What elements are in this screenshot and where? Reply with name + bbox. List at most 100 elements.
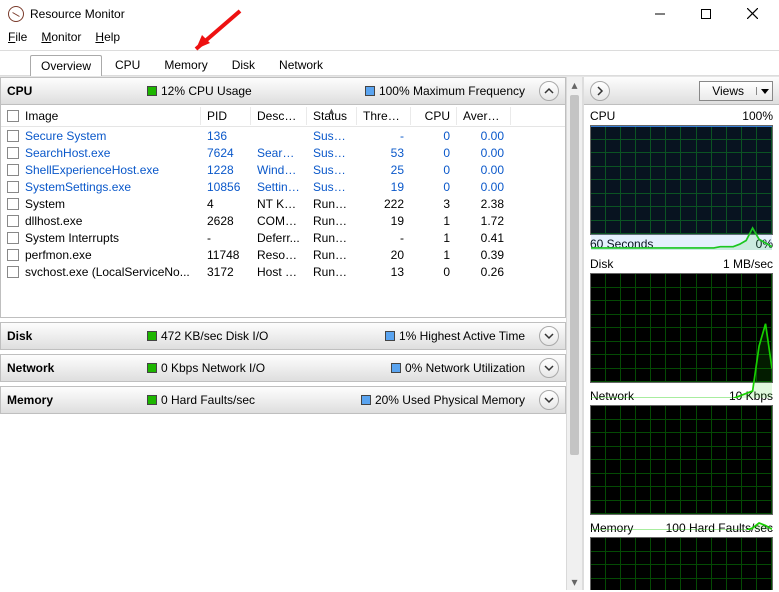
row-pid: 3172 <box>201 263 251 281</box>
cpu-freq-swatch <box>365 86 375 96</box>
row-pid: 1228 <box>201 161 251 179</box>
table-row[interactable]: System Interrupts-Deferr...Runni...-10.4… <box>1 229 565 246</box>
row-threads: - <box>357 127 411 145</box>
row-checkbox[interactable] <box>7 181 19 193</box>
table-row[interactable]: System4NT Ker...Runni...22232.38 <box>1 195 565 212</box>
row-image: dllhost.exe <box>25 214 82 228</box>
table-row[interactable]: Secure System136Suspe...-00.00 <box>1 127 565 144</box>
row-desc: Host Pr... <box>251 263 307 281</box>
app-icon <box>8 6 24 22</box>
chart-title: Memory <box>590 521 633 535</box>
net-util-swatch <box>391 363 401 373</box>
tab-memory[interactable]: Memory <box>153 54 218 75</box>
row-avg: 0.00 <box>457 144 511 162</box>
table-row[interactable]: ShellExperienceHost.exe 1228Windo...Suspe… <box>1 161 565 178</box>
row-desc: Windo... <box>251 161 307 179</box>
row-checkbox[interactable] <box>7 147 19 159</box>
maximize-button[interactable] <box>683 0 729 28</box>
row-threads: 19 <box>357 212 411 230</box>
disk-io-text: 472 KB/sec Disk I/O <box>161 329 268 343</box>
row-checkbox[interactable] <box>7 130 19 142</box>
col-cpu[interactable]: CPU <box>411 107 457 125</box>
col-pid[interactable]: PID <box>201 107 251 125</box>
table-row[interactable]: SearchHost.exe7624Search...Suspe...5300.… <box>1 144 565 161</box>
chart-scale: 100 Hard Faults/sec <box>666 521 773 535</box>
left-scrollbar[interactable]: ▴ ▾ <box>566 77 582 590</box>
chart-title: Network <box>590 389 634 403</box>
table-row[interactable]: dllhost.exe2628COM S...Runni...1911.72 <box>1 212 565 229</box>
tab-network[interactable]: Network <box>268 54 334 75</box>
col-descrip[interactable]: Descrip... <box>251 107 307 125</box>
expand-memory-button[interactable] <box>539 390 559 410</box>
close-button[interactable] <box>729 0 775 28</box>
views-dropdown-icon[interactable] <box>756 87 772 95</box>
collapse-charts-button[interactable] <box>590 81 610 101</box>
row-status: Runni... <box>307 195 357 213</box>
tab-overview[interactable]: Overview <box>30 55 102 76</box>
scroll-up-icon[interactable]: ▴ <box>567 77 582 93</box>
select-all-checkbox[interactable] <box>7 110 19 122</box>
mem-faults-text: 0 Hard Faults/sec <box>161 393 255 407</box>
row-avg: 1.72 <box>457 212 511 230</box>
section-bar-memory[interactable]: Memory 0 Hard Faults/sec 20% Used Physic… <box>0 386 566 414</box>
menu-help[interactable]: Help <box>95 30 120 44</box>
row-status: Runni... <box>307 246 357 264</box>
row-status: Runni... <box>307 263 357 281</box>
row-status: Suspe... <box>307 144 357 162</box>
section-bar-cpu[interactable]: CPU 12% CPU Usage 100% Maximum Frequency <box>0 77 566 105</box>
row-pid: - <box>201 229 251 247</box>
section-bar-network[interactable]: Network 0 Kbps Network I/O 0% Network Ut… <box>0 354 566 382</box>
chart-grid <box>590 537 773 590</box>
mem-faults-swatch <box>147 395 157 405</box>
row-checkbox[interactable] <box>7 164 19 176</box>
row-image: System Interrupts <box>25 231 119 245</box>
row-checkbox[interactable] <box>7 232 19 244</box>
expand-disk-button[interactable] <box>539 326 559 346</box>
table-row[interactable]: perfmon.exe11748Resour...Runni...2010.39 <box>1 246 565 263</box>
menu-file[interactable]: File <box>8 30 27 44</box>
sort-indicator-icon: ▲ <box>327 107 336 116</box>
col-image[interactable]: Image <box>25 109 58 123</box>
row-checkbox[interactable] <box>7 198 19 210</box>
chart-network: Network10 Kbps <box>584 385 779 517</box>
row-pid: 136 <box>201 127 251 145</box>
process-table: Image PID Descrip... ▲ Status Threads CP… <box>0 105 566 318</box>
process-table-header[interactable]: Image PID Descrip... ▲ Status Threads CP… <box>1 105 565 127</box>
table-row[interactable]: SystemSettings.exe10856SettingsSuspe...1… <box>1 178 565 195</box>
section-title-memory: Memory <box>7 393 147 407</box>
minimize-button[interactable] <box>637 0 683 28</box>
col-status[interactable]: ▲ Status <box>307 107 357 125</box>
collapse-cpu-button[interactable] <box>539 81 559 101</box>
row-avg: 0.00 <box>457 127 511 145</box>
menu-monitor[interactable]: Monitor <box>41 30 81 44</box>
row-cpu: 0 <box>411 144 457 162</box>
tab-cpu[interactable]: CPU <box>104 54 151 75</box>
views-button[interactable]: Views <box>699 81 773 101</box>
row-status: Suspe... <box>307 161 357 179</box>
row-avg: 0.26 <box>457 263 511 281</box>
col-avg[interactable]: Averag... <box>457 107 511 125</box>
scroll-down-icon[interactable]: ▾ <box>567 574 582 590</box>
row-cpu: 1 <box>411 212 457 230</box>
row-cpu: 0 <box>411 263 457 281</box>
row-threads: - <box>357 229 411 247</box>
disk-active-swatch <box>385 331 395 341</box>
row-status: Runni... <box>307 212 357 230</box>
table-row[interactable]: svchost.exe (LocalServiceNo...3172Host P… <box>1 263 565 280</box>
row-image: System <box>25 197 65 211</box>
tab-disk[interactable]: Disk <box>221 54 266 75</box>
chart-scale: 100% <box>742 109 773 123</box>
expand-network-button[interactable] <box>539 358 559 378</box>
row-checkbox[interactable] <box>7 215 19 227</box>
charts-pane[interactable]: Views CPU100%60 Seconds0%Disk1 MB/secNet… <box>583 77 779 590</box>
row-cpu: 0 <box>411 161 457 179</box>
net-io-text: 0 Kbps Network I/O <box>161 361 265 375</box>
row-checkbox[interactable] <box>7 249 19 261</box>
row-checkbox[interactable] <box>7 266 19 278</box>
row-image: ShellExperienceHost.exe <box>25 163 159 177</box>
chart-title: CPU <box>590 109 615 123</box>
row-desc: Search... <box>251 144 307 162</box>
col-threads[interactable]: Threads <box>357 107 411 125</box>
section-bar-disk[interactable]: Disk 472 KB/sec Disk I/O 1% Highest Acti… <box>0 322 566 350</box>
row-cpu: 0 <box>411 127 457 145</box>
